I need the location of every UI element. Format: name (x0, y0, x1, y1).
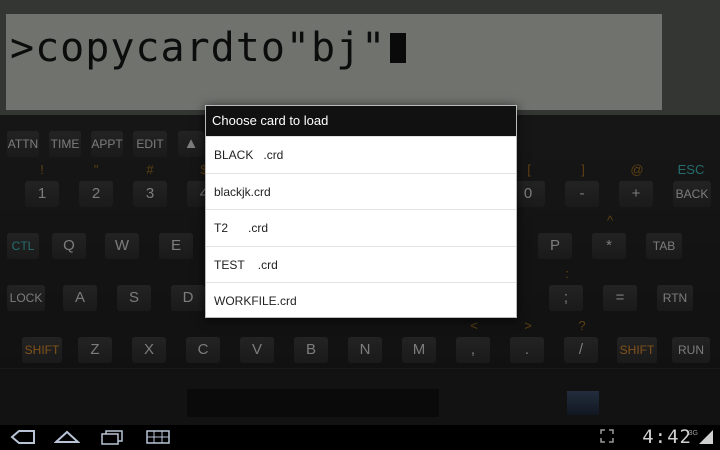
card-item-blackjk[interactable]: blackjk.crd (206, 172, 516, 210)
dialog-title: Choose card to load (206, 106, 516, 136)
signal-icon (698, 429, 714, 445)
card-item-black[interactable]: BLACK .crd (206, 136, 516, 173)
back-icon[interactable] (10, 429, 36, 450)
card-item-t2[interactable]: T2 .crd (206, 209, 516, 246)
card-item-workfile[interactable]: WORKFILE.crd (206, 282, 516, 319)
recent-apps-icon[interactable] (100, 429, 124, 450)
fullscreen-icon[interactable] (600, 429, 614, 448)
home-icon[interactable] (53, 429, 81, 450)
system-bar: 4:42 3G (0, 425, 720, 450)
network-label: 3G (688, 430, 698, 437)
choose-card-dialog: Choose card to load BLACK .crd blackjk.c… (205, 105, 517, 318)
keyboard-icon[interactable] (146, 429, 170, 450)
card-item-test[interactable]: TEST .crd (206, 245, 516, 283)
clock: 4:42 (642, 426, 692, 448)
